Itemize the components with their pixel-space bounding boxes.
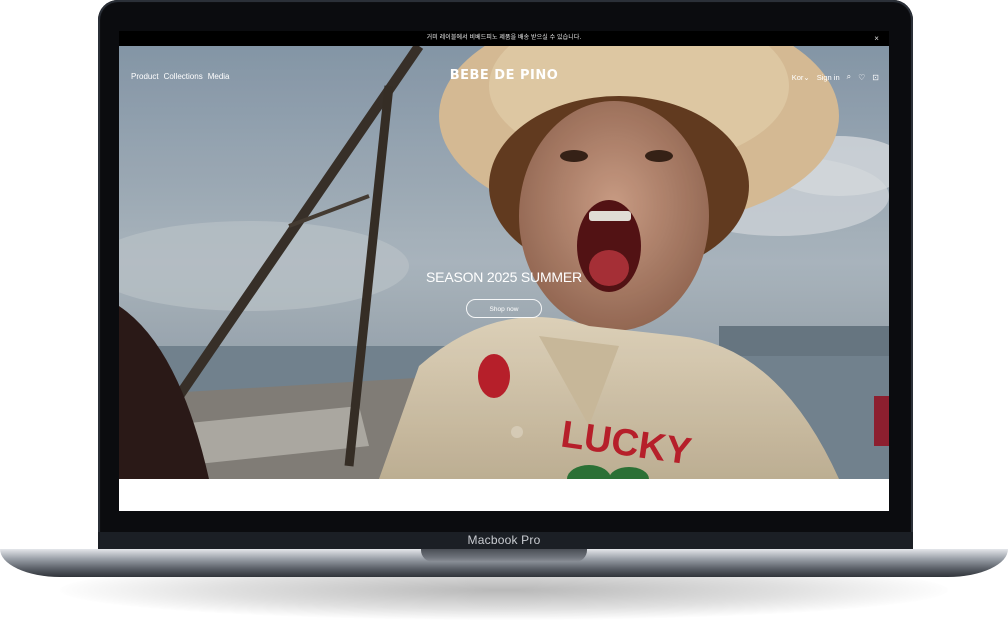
hero-overlay (119, 46, 889, 479)
laptop-screen: 거미 레이블에서 비베드피노 제품을 배송 받으실 수 있습니다. × LUCK… (119, 31, 889, 511)
brand-logo[interactable]: BEBE DE PINO (119, 68, 889, 83)
content-area (119, 479, 889, 511)
close-icon[interactable]: × (874, 31, 879, 46)
device-label: Macbook Pro (467, 533, 541, 547)
signin-link[interactable]: Sign in (817, 73, 840, 82)
heart-icon[interactable]: ♡ (858, 73, 865, 82)
search-icon[interactable]: ⌕ (847, 72, 851, 82)
chevron-down-icon: ⌄ (803, 72, 810, 82)
bag-icon[interactable]: ⊡ (872, 73, 879, 82)
hero-banner: LUCKY Product Collections Media BEBE DE … (119, 46, 889, 479)
language-selector[interactable]: Kor⌄ (792, 73, 810, 82)
announcement-text: 거미 레이블에서 비베드피노 제품을 배송 받으실 수 있습니다. (426, 35, 582, 41)
shop-now-button[interactable]: Shop now (466, 299, 542, 318)
language-label: Kor (791, 72, 804, 82)
announcement-bar: 거미 레이블에서 비베드피노 제품을 배송 받으실 수 있습니다. × (119, 31, 889, 46)
utility-nav: Kor⌄ Sign in ⌕ ♡ ⊡ (792, 72, 879, 82)
laptop-notch (421, 549, 587, 562)
hero-title: SEASON 2025 SUMMER (426, 269, 582, 285)
